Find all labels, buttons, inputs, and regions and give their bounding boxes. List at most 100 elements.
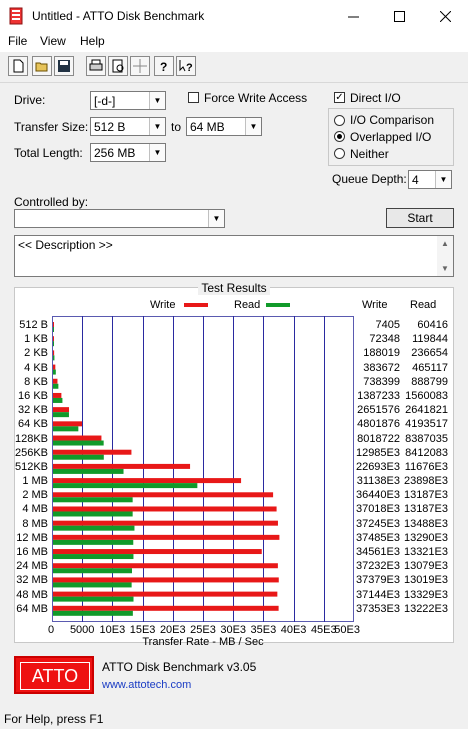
write-bar xyxy=(53,407,70,413)
write-bar xyxy=(53,605,279,611)
start-button[interactable]: Start xyxy=(386,208,454,228)
description-scrollbar[interactable]: ▲ ▼ xyxy=(437,236,453,276)
open-icon xyxy=(35,62,48,72)
close-icon xyxy=(439,10,451,22)
read-bar xyxy=(53,454,104,460)
transfer-from-select[interactable]: 512 B ▼ xyxy=(90,117,166,136)
size-label: 16 KB xyxy=(18,389,48,402)
save-icon xyxy=(58,60,70,72)
status-text: For Help, press F1 xyxy=(4,712,104,726)
print-icon xyxy=(89,59,103,71)
write-bar xyxy=(53,449,132,455)
results-title: Test Results xyxy=(198,281,270,295)
read-bar xyxy=(53,554,134,560)
write-bar xyxy=(53,534,280,540)
chevron-down-icon: ▼ xyxy=(149,92,165,109)
context-help-icon: ? xyxy=(179,60,193,73)
write-value: 2651576 xyxy=(357,404,400,417)
size-label: 128KB xyxy=(14,432,48,445)
drive-select[interactable]: [-d-] ▼ xyxy=(90,91,166,110)
neither-radio[interactable] xyxy=(334,148,345,159)
write-value: 12985E3 xyxy=(355,446,400,459)
force-write-checkbox[interactable] xyxy=(188,92,199,103)
write-bar xyxy=(53,435,102,441)
size-label: 12 MB xyxy=(16,531,48,544)
x-tick-label: 50E3 xyxy=(334,624,360,636)
write-value: 36440E3 xyxy=(355,489,400,502)
direct-io-checkbox[interactable]: ✓ xyxy=(334,92,345,103)
read-value: 119844 xyxy=(412,333,448,346)
website-link[interactable]: www.attotech.com xyxy=(102,679,191,691)
direct-io-label: Direct I/O xyxy=(350,91,401,105)
write-bar xyxy=(53,577,279,583)
read-bar xyxy=(53,596,134,602)
total-length-label: Total Length: xyxy=(14,146,83,160)
description-field[interactable]: << Description >> ▲ ▼ xyxy=(14,235,454,277)
write-value: 37485E3 xyxy=(355,531,400,544)
help-button[interactable]: ? xyxy=(154,56,174,76)
move-button[interactable] xyxy=(130,56,150,76)
transfer-to-select[interactable]: 64 MB ▼ xyxy=(186,117,262,136)
write-value: 34561E3 xyxy=(355,546,400,559)
size-label: 256KB xyxy=(14,446,48,459)
chevron-down-icon: ▼ xyxy=(208,210,224,227)
size-label: 8 MB xyxy=(22,517,48,530)
controlled-by-select[interactable]: ▼ xyxy=(14,209,225,228)
total-length-select[interactable]: 256 MB ▼ xyxy=(90,143,166,162)
save-button[interactable] xyxy=(54,56,74,76)
overlapped-io-radio[interactable] xyxy=(334,131,345,142)
read-bar xyxy=(53,582,132,588)
io-comparison-radio[interactable] xyxy=(334,115,345,126)
new-button[interactable] xyxy=(8,56,28,76)
write-bar xyxy=(53,492,274,498)
status-bar: For Help, press F1 xyxy=(0,710,468,729)
read-bar xyxy=(53,511,133,517)
write-value: 4801876 xyxy=(357,418,400,431)
menu-view[interactable]: View xyxy=(40,34,66,48)
read-bar xyxy=(53,568,132,574)
size-label: 8 KB xyxy=(24,375,48,388)
maximize-button[interactable] xyxy=(376,0,422,32)
minimize-icon xyxy=(347,16,359,17)
column-write-header: Write xyxy=(362,299,388,311)
read-value: 13321E3 xyxy=(403,546,448,559)
description-text: << Description >> xyxy=(18,238,113,252)
help-icon: ? xyxy=(160,60,167,73)
close-button[interactable] xyxy=(422,0,468,32)
read-value: 4193517 xyxy=(405,418,448,431)
to-label: to xyxy=(171,120,182,134)
queue-depth-value: 4 xyxy=(412,172,419,187)
size-label: 2 MB xyxy=(22,489,48,502)
write-value: 1387233 xyxy=(357,389,400,402)
read-value: 13187E3 xyxy=(403,489,448,502)
read-bar xyxy=(53,369,56,375)
read-value: 23898E3 xyxy=(403,475,448,488)
write-bar xyxy=(53,364,56,370)
svg-text:?: ? xyxy=(160,60,167,73)
read-value: 13290E3 xyxy=(403,531,448,544)
write-bar xyxy=(53,336,54,342)
write-bar xyxy=(53,322,54,327)
open-button[interactable] xyxy=(32,56,52,76)
read-bar xyxy=(53,412,69,418)
window-title: Untitled - ATTO Disk Benchmark xyxy=(32,9,205,23)
atto-logo-text: ATTO xyxy=(20,662,90,690)
read-value: 13222E3 xyxy=(403,602,448,615)
context-help-button[interactable]: ? xyxy=(176,56,196,76)
read-bar xyxy=(53,426,79,432)
force-write-label: Force Write Access xyxy=(204,91,308,105)
print-preview-icon xyxy=(112,59,124,73)
read-bar xyxy=(53,468,124,474)
print-button[interactable] xyxy=(86,56,106,76)
write-bar xyxy=(53,563,278,569)
queue-depth-select[interactable]: 4 ▼ xyxy=(408,170,452,189)
read-bar xyxy=(53,397,63,403)
read-bar xyxy=(53,327,54,332)
print-preview-button[interactable] xyxy=(108,56,128,76)
minimize-button[interactable] xyxy=(330,0,376,32)
read-value: 13488E3 xyxy=(403,517,448,530)
menu-help[interactable]: Help xyxy=(80,34,105,48)
menu-file[interactable]: File xyxy=(8,34,27,48)
move-icon xyxy=(133,59,147,73)
read-bar xyxy=(53,539,134,545)
